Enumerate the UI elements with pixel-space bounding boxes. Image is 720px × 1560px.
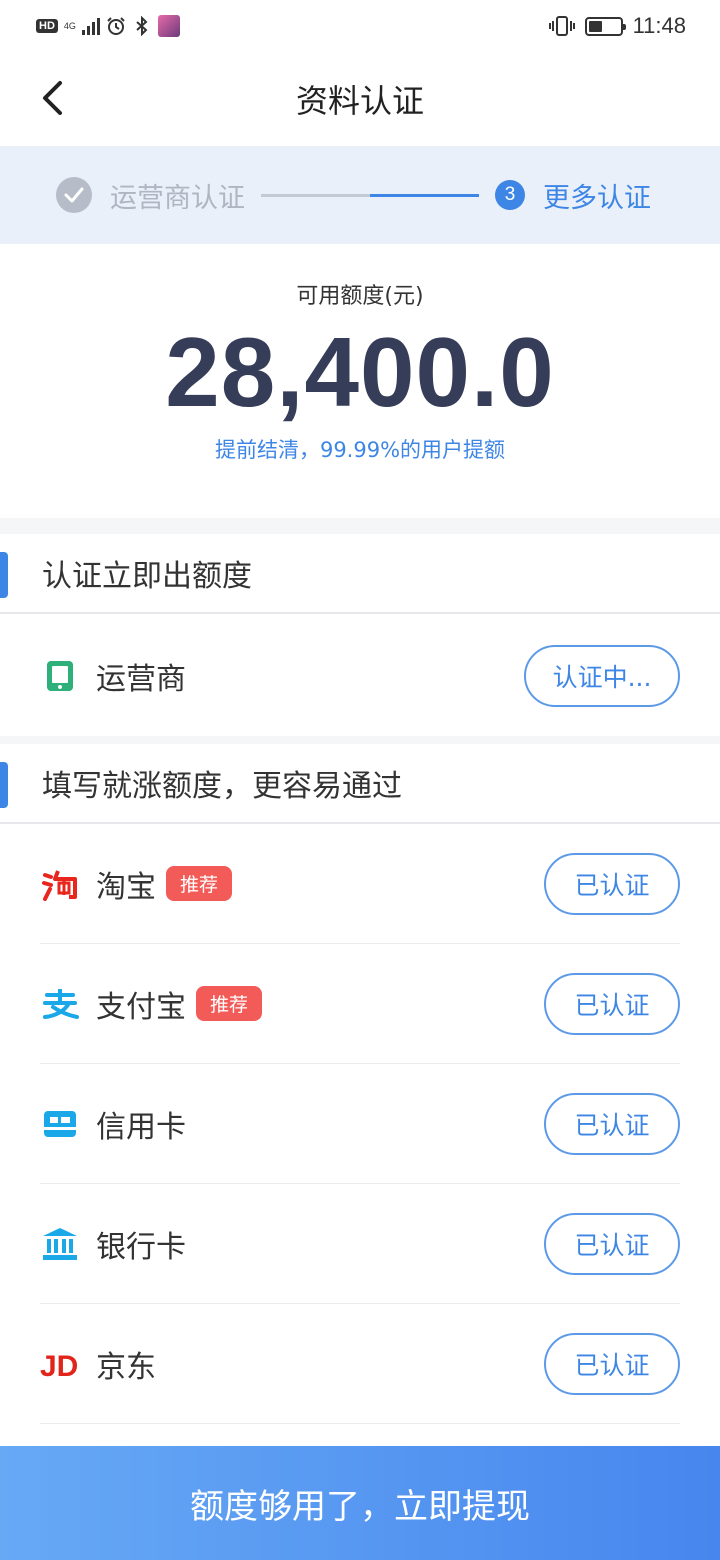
list-item-label: 京东	[96, 1349, 156, 1385]
alarm-icon	[107, 17, 125, 35]
section-accent-bar	[0, 762, 8, 808]
bluetooth-icon	[136, 16, 148, 36]
verified-button[interactable]: 已认证	[544, 1212, 680, 1275]
section-accent-bar	[0, 552, 8, 598]
list-item-label: 运营商	[96, 662, 186, 697]
list-item-jd[interactable]: JD 京东 已认证	[40, 1304, 680, 1424]
step-connector	[261, 193, 479, 197]
status-bar: HD 4G 11:48	[0, 0, 720, 52]
list-item-operator[interactable]: 运营商 认证中...	[40, 616, 680, 736]
section-header-extra: 填写就涨额度，更容易通过	[0, 744, 720, 824]
alipay-icon	[40, 984, 80, 1024]
network-type: 4G	[63, 21, 76, 31]
amount-tip: 提前结清，99.99%的用户提额	[214, 438, 506, 462]
list-item-label: 信用卡	[96, 1109, 186, 1145]
notification-avatar-icon	[157, 15, 180, 37]
phone-icon	[40, 656, 80, 696]
app-header: 资料认证	[0, 52, 720, 146]
section-divider	[0, 518, 720, 534]
verified-button[interactable]: 已认证	[544, 852, 680, 915]
verified-button[interactable]: 已认证	[544, 1332, 680, 1395]
clock: 11:48	[632, 13, 686, 38]
battery-icon	[584, 16, 626, 36]
list-item-taobao[interactable]: 淘宝 推荐 已认证	[40, 824, 680, 944]
step-number-badge: 3	[495, 180, 525, 210]
section-divider	[0, 736, 720, 744]
list-item-credit-card[interactable]: 信用卡 已认证	[40, 1064, 680, 1184]
list-item-label: 支付宝	[96, 989, 186, 1025]
taobao-icon	[40, 864, 80, 904]
verified-button[interactable]: 已认证	[544, 972, 680, 1035]
step-more-label: 更多认证	[543, 182, 651, 214]
list-item-bank-card[interactable]: 银行卡 已认证	[40, 1184, 680, 1304]
signal-icon	[81, 17, 100, 35]
check-circle-icon	[56, 177, 92, 213]
amount-label: 可用额度(元)	[296, 284, 424, 309]
back-button[interactable]	[30, 76, 74, 120]
list-item-alipay[interactable]: 支付宝 推荐 已认证	[40, 944, 680, 1064]
bank-icon	[40, 1224, 80, 1264]
status-bar-left: HD 4G	[36, 15, 180, 37]
section-header-instant: 认证立即出额度	[0, 534, 720, 614]
section-title: 认证立即出额度	[42, 559, 252, 594]
step-operator-label: 运营商认证	[110, 182, 245, 214]
recommend-badge: 推荐	[196, 986, 263, 1021]
progress-steps: 运营商认证 3 更多认证	[0, 146, 720, 244]
verifying-button[interactable]: 认证中...	[524, 645, 680, 707]
credit-amount-panel: 可用额度(元) 28,400.0 提前结清，99.99%的用户提额	[0, 244, 720, 518]
vibrate-icon	[548, 16, 575, 36]
page-title: 资料认证	[295, 82, 424, 120]
recommend-badge: 推荐	[166, 866, 233, 901]
chevron-left-icon	[43, 81, 62, 115]
jd-logo-text: JD	[40, 1350, 78, 1380]
amount-value: 28,400.0	[165, 317, 555, 427]
credit-card-icon	[40, 1104, 80, 1144]
list-item-label: 银行卡	[96, 1229, 186, 1265]
jd-icon: JD	[40, 1344, 80, 1384]
list-item-label: 淘宝	[96, 869, 156, 905]
step-connector-active	[370, 193, 479, 197]
hd-badge: HD	[36, 19, 58, 33]
status-bar-right: 11:48	[548, 13, 686, 39]
battery-level	[588, 20, 603, 32]
withdraw-button[interactable]: 额度够用了，立即提现	[0, 1446, 720, 1560]
verified-button[interactable]: 已认证	[544, 1092, 680, 1155]
section-title: 填写就涨额度，更容易通过	[42, 769, 402, 804]
